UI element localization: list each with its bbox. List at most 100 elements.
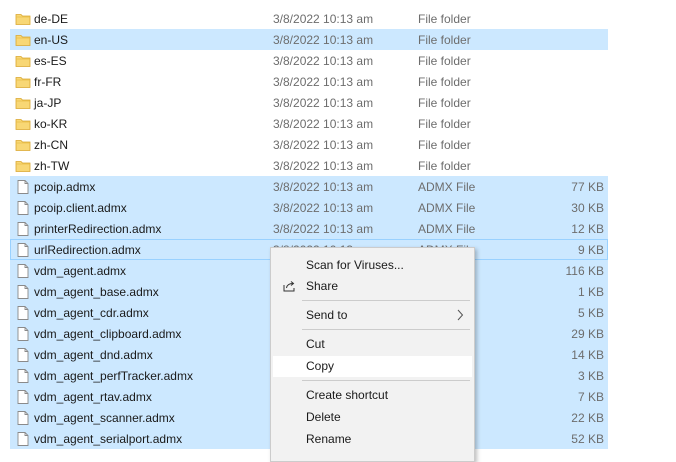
menu-item-label: Send to — [306, 308, 348, 322]
file-size: 14 KB — [571, 348, 604, 362]
file-size: 3 KB — [577, 369, 604, 383]
file-icon — [15, 347, 31, 363]
file-name: de-DE — [34, 12, 69, 26]
menu-item-rename[interactable]: Rename — [273, 429, 472, 450]
file-type: File folder — [418, 117, 471, 131]
file-row[interactable]: en-US 3/8/2022 10:13 am File folder — [10, 29, 608, 50]
file-date-modified: 3/8/2022 10:13 am — [273, 222, 374, 236]
file-type: ADMX File — [418, 201, 476, 215]
file-size: 116 KB — [565, 264, 604, 278]
file-size: 7 KB — [577, 390, 604, 404]
menu-item-share[interactable]: Share — [273, 276, 472, 297]
menu-item-delete[interactable]: Delete — [273, 407, 472, 428]
menu-item-label: Create shortcut — [306, 388, 389, 402]
file-size: 1 KB — [577, 285, 604, 299]
file-icon — [15, 410, 31, 426]
file-row[interactable]: zh-CN 3/8/2022 10:13 am File folder — [10, 134, 608, 155]
file-row[interactable]: printerRedirection.admx 3/8/2022 10:13 am… — [10, 218, 608, 239]
file-date-modified: 3/8/2022 10:13 am — [273, 96, 374, 110]
menu-item-label: Share — [306, 279, 339, 293]
file-size: 9 KB — [577, 243, 604, 257]
file-type: File folder — [418, 33, 471, 47]
file-row[interactable]: zh-TW 3/8/2022 10:13 am File folder — [10, 155, 608, 176]
file-icon — [15, 326, 31, 342]
file-size: 12 KB — [571, 222, 604, 236]
file-type: File folder — [418, 138, 471, 152]
file-name: vdm_agent_rtav.admx — [34, 390, 152, 404]
file-type: File folder — [418, 54, 471, 68]
file-date-modified: 3/8/2022 10:13 am — [273, 75, 374, 89]
file-name: vdm_agent_serialport.admx — [34, 432, 183, 446]
menu-separator — [302, 380, 470, 381]
menu-item-cut[interactable]: Cut — [273, 334, 472, 355]
file-icon — [15, 431, 31, 447]
file-name: zh-TW — [34, 159, 70, 173]
file-type: File folder — [418, 96, 471, 110]
menu-item-send-to[interactable]: Send to — [273, 305, 472, 326]
share-icon — [282, 279, 296, 293]
file-name: vdm_agent_perfTracker.admx — [34, 369, 193, 383]
file-row[interactable]: pcoip.client.admx 3/8/2022 10:13 am ADMX F… — [10, 197, 608, 218]
file-icon — [15, 221, 31, 237]
folder-icon — [15, 53, 31, 69]
menu-item-scan-for-viruses[interactable]: Scan for Viruses... — [273, 255, 472, 276]
context-menu: Scan for Viruses... Share Send to Cut Copy Cr… — [270, 247, 475, 462]
file-row[interactable]: es-ES 3/8/2022 10:13 am File folder — [10, 50, 608, 71]
file-row[interactable]: de-DE 3/8/2022 10:13 am File folder — [10, 8, 608, 29]
file-date-modified: 3/8/2022 10:13 am — [273, 33, 374, 47]
menu-separator — [302, 329, 470, 330]
menu-item-create-shortcut[interactable]: Create shortcut — [273, 385, 472, 406]
file-icon — [15, 242, 31, 258]
file-row[interactable]: ja-JP 3/8/2022 10:13 am File folder — [10, 92, 608, 113]
file-name: fr-FR — [34, 75, 62, 89]
folder-icon — [15, 95, 31, 111]
file-name: pcoip.admx — [34, 180, 96, 194]
file-name: vdm_agent_cdr.admx — [34, 306, 149, 320]
file-size: 30 KB — [571, 201, 604, 215]
file-name: pcoip.client.admx — [34, 201, 127, 215]
folder-icon — [15, 137, 31, 153]
file-row[interactable]: fr-FR 3/8/2022 10:13 am File folder — [10, 71, 608, 92]
menu-item-copy[interactable]: Copy — [273, 356, 472, 377]
menu-item-label: Delete — [306, 410, 341, 424]
file-type: ADMX File — [418, 222, 476, 236]
file-date-modified: 3/8/2022 10:13 am — [273, 54, 374, 68]
menu-item-label: Copy — [306, 359, 335, 373]
file-name: vdm_agent_dnd.admx — [34, 348, 153, 362]
menu-separator — [302, 300, 470, 301]
file-icon — [15, 389, 31, 405]
file-name: ko-KR — [34, 117, 68, 131]
file-name: vdm_agent.admx — [34, 264, 127, 278]
file-date-modified: 3/8/2022 10:13 am — [273, 180, 374, 194]
file-row[interactable]: pcoip.admx 3/8/2022 10:13 am ADMX File 77 K… — [10, 176, 608, 197]
folder-icon — [15, 32, 31, 48]
file-icon — [15, 200, 31, 216]
file-size: 77 KB — [571, 180, 604, 194]
file-icon — [15, 368, 31, 384]
file-type: File folder — [418, 75, 471, 89]
file-type: ADMX File — [418, 180, 476, 194]
file-icon — [15, 305, 31, 321]
file-name: zh-CN — [34, 138, 69, 152]
file-name: es-ES — [34, 54, 67, 68]
file-name: en-US — [34, 33, 69, 47]
file-size: 29 KB — [571, 327, 604, 341]
file-name: ja-JP — [34, 96, 62, 110]
file-icon — [15, 179, 31, 195]
file-name: vdm_agent_scanner.admx — [34, 411, 175, 425]
file-date-modified: 3/8/2022 10:13 am — [273, 201, 374, 215]
folder-icon — [15, 74, 31, 90]
file-size: 52 KB — [571, 432, 604, 446]
file-date-modified: 3/8/2022 10:13 am — [273, 117, 374, 131]
file-size: 5 KB — [577, 306, 604, 320]
file-icon — [15, 263, 31, 279]
file-type: File folder — [418, 12, 471, 26]
folder-icon — [15, 158, 31, 174]
menu-item-label: Cut — [306, 337, 325, 351]
file-name: urlRedirection.admx — [34, 243, 141, 257]
chevron-right-icon — [456, 309, 464, 321]
file-row[interactable]: ko-KR 3/8/2022 10:13 am File folder — [10, 113, 608, 134]
file-icon — [15, 284, 31, 300]
file-date-modified: 3/8/2022 10:13 am — [273, 159, 374, 173]
file-name: vdm_agent_clipboard.admx — [34, 327, 182, 341]
